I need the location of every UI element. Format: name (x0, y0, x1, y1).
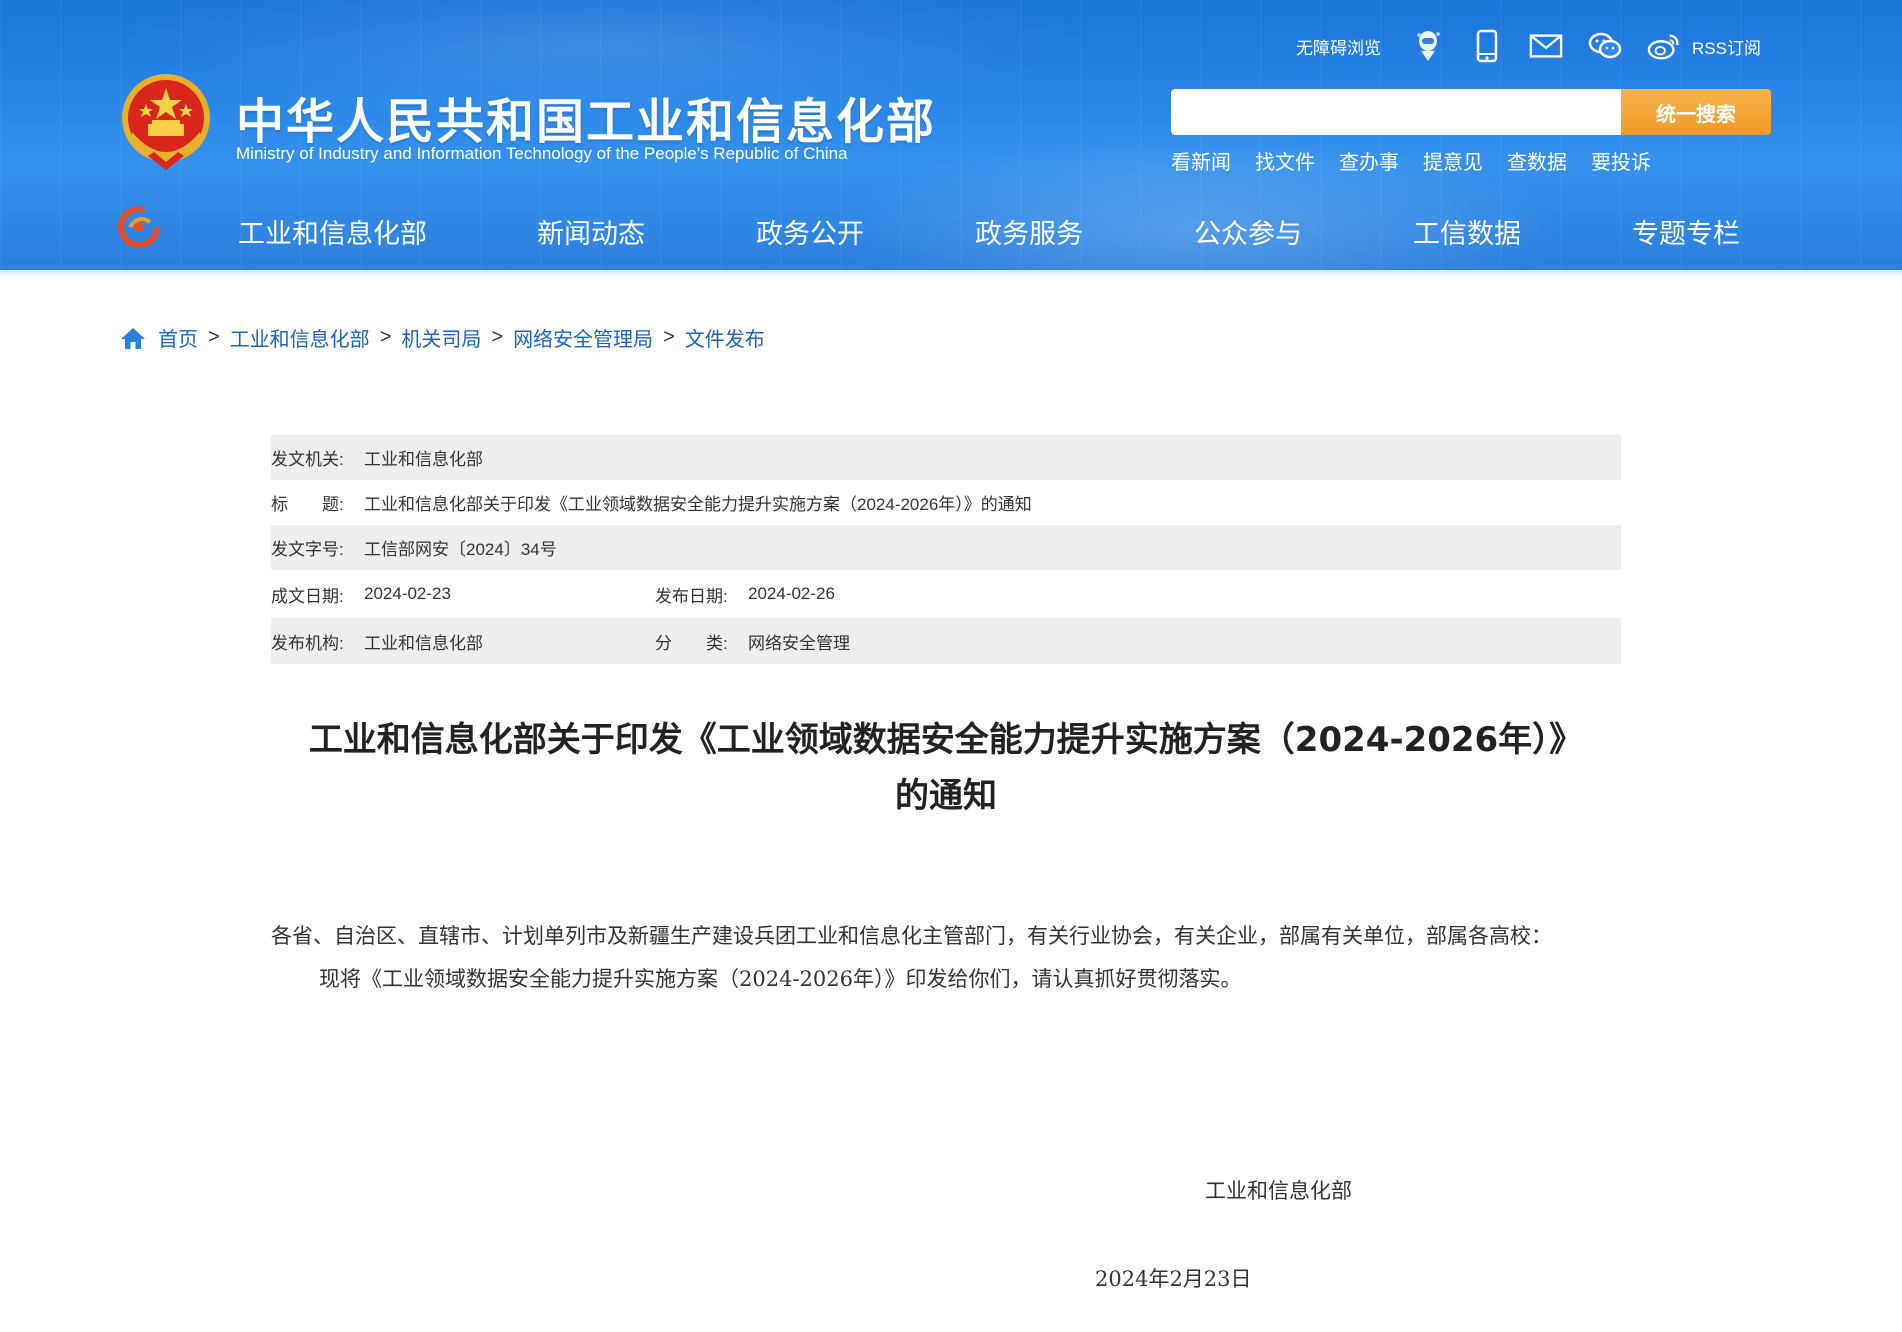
title-label: 标 题: (271, 495, 344, 514)
docno-label: 发文字号: (271, 540, 344, 559)
quicklink-documents[interactable]: 找文件 (1255, 146, 1315, 175)
quicklink-news[interactable]: 看新闻 (1171, 146, 1231, 175)
article-paragraph: 现将《工业领域数据安全能力提升实施方案（2024-2026年）》印发给你们，请认… (319, 967, 1242, 991)
wechat-icon[interactable] (1588, 29, 1622, 63)
created-date-label: 成文日期: (271, 586, 344, 606)
info-row-org-category: 发布机构: 工业和信息化部 分 类: 网络安全管理 (271, 618, 1621, 664)
breadcrumb-separator: > (491, 326, 504, 348)
nav-public-participation[interactable]: 公众参与 (1194, 212, 1302, 251)
created-date-cell: 成文日期: 2024-02-23 (271, 582, 655, 607)
created-date-value: 2024-02-23 (364, 584, 451, 603)
org-value: 工业和信息化部 (364, 633, 483, 653)
site-title-english: Ministry of Industry and Information Tec… (236, 144, 848, 163)
article-title: 工业和信息化部关于印发《工业领域数据安全能力提升实施方案（2024-2026年）… (271, 712, 1621, 824)
search-input[interactable] (1171, 89, 1621, 135)
article-title-line-2: 的通知 (895, 776, 997, 816)
ministry-logo-icon[interactable] (118, 206, 160, 248)
nav-government-services[interactable]: 政务服务 (975, 212, 1083, 251)
breadcrumb-document-release[interactable]: 文件发布 (685, 323, 765, 352)
home-icon[interactable] (120, 326, 146, 350)
breadcrumb-home[interactable]: 首页 (158, 323, 198, 352)
title-value: 工业和信息化部关于印发《工业领域数据安全能力提升实施方案（2024-2026年）… (364, 495, 1032, 514)
breadcrumb-departments[interactable]: 机关司局 (401, 323, 481, 352)
mobile-icon[interactable] (1470, 29, 1504, 63)
quicklink-data[interactable]: 查数据 (1507, 146, 1567, 175)
docno-value: 工信部网安〔2024〕34号 (364, 540, 557, 559)
header-divider (0, 270, 1902, 276)
article-salutation: 各省、自治区、直辖市、计划单列市及新疆生产建设兵团工业和信息化主管部门，有关行业… (271, 924, 1552, 948)
breadcrumb-separator: > (663, 326, 675, 348)
robot-assistant-icon[interactable] (1411, 29, 1445, 63)
published-date-cell: 发布日期: 2024-02-26 (655, 582, 835, 607)
site-title[interactable]: 中华人民共和国工业和信息化部 (236, 82, 936, 152)
info-row-title: 标 题: 工业和信息化部关于印发《工业领域数据安全能力提升实施方案（2024-2… (271, 480, 1621, 525)
national-emblem-icon (122, 74, 210, 170)
main-navigation: 工业和信息化部 新闻动态 政务公开 政务服务 公众参与 工信数据 专题专栏 (0, 200, 1902, 258)
issuer-value: 工业和信息化部 (364, 450, 483, 469)
nav-news[interactable]: 新闻动态 (537, 212, 645, 251)
mail-icon[interactable] (1529, 29, 1563, 63)
site-header: 中华人民共和国工业和信息化部 Ministry of Industry and … (0, 0, 1902, 274)
signature-date: 2024年2月23日 (1095, 1267, 1252, 1291)
category-label: 分 类: (655, 633, 728, 653)
org-label: 发布机构: (271, 633, 344, 653)
published-date-value: 2024-02-26 (748, 584, 835, 603)
article-title-line-1: 工业和信息化部关于印发《工业领域数据安全能力提升实施方案（2024-2026年）… (308, 720, 1584, 760)
breadcrumb-ministry[interactable]: 工业和信息化部 (230, 323, 370, 352)
quick-links: 看新闻 找文件 查办事 提意见 查数据 要投诉 (1171, 146, 1675, 175)
nav-government-affairs[interactable]: 政务公开 (756, 212, 864, 251)
breadcrumb-cybersecurity-bureau[interactable]: 网络安全管理局 (513, 323, 653, 352)
category-value: 网络安全管理 (748, 633, 850, 653)
top-utility-bar: 无障碍浏览 RSS订阅 (1296, 28, 1761, 64)
document-info-table: 发文机关: 工业和信息化部 标 题: 工业和信息化部关于印发《工业领域数据安全能… (271, 435, 1621, 664)
issuer-label: 发文机关: (271, 450, 344, 469)
nav-miit-data[interactable]: 工信数据 (1413, 212, 1521, 251)
info-row-docno: 发文字号: 工信部网安〔2024〕34号 (271, 525, 1621, 570)
article-body: 各省、自治区、直辖市、计划单列市及新疆生产建设兵团工业和信息化主管部门，有关行业… (271, 915, 1621, 1001)
quicklink-feedback[interactable]: 提意见 (1423, 146, 1483, 175)
search-button[interactable]: 统一搜索 (1621, 89, 1771, 135)
quicklink-services[interactable]: 查办事 (1339, 146, 1399, 175)
breadcrumb-separator: > (208, 326, 220, 348)
nav-special-topics[interactable]: 专题专栏 (1632, 212, 1740, 251)
weibo-icon[interactable] (1647, 29, 1681, 63)
rss-link[interactable]: RSS订阅 (1692, 34, 1761, 59)
org-cell: 发布机构: 工业和信息化部 (271, 629, 655, 654)
nav-ministry[interactable]: 工业和信息化部 (238, 212, 427, 251)
breadcrumb: 首页 > 工业和信息化部 > 机关司局 > 网络安全管理局 > 文件发布 (120, 323, 765, 352)
breadcrumb-separator: > (379, 326, 392, 348)
category-cell: 分 类: 网络安全管理 (655, 629, 850, 654)
info-row-dates: 成文日期: 2024-02-23 发布日期: 2024-02-26 (271, 570, 1621, 618)
accessibility-link[interactable]: 无障碍浏览 (1296, 34, 1381, 59)
quicklink-complaint[interactable]: 要投诉 (1591, 146, 1651, 175)
published-date-label: 发布日期: (655, 586, 728, 606)
signature-organization: 工业和信息化部 (1205, 1179, 1352, 1203)
info-row-issuer: 发文机关: 工业和信息化部 (271, 435, 1621, 480)
